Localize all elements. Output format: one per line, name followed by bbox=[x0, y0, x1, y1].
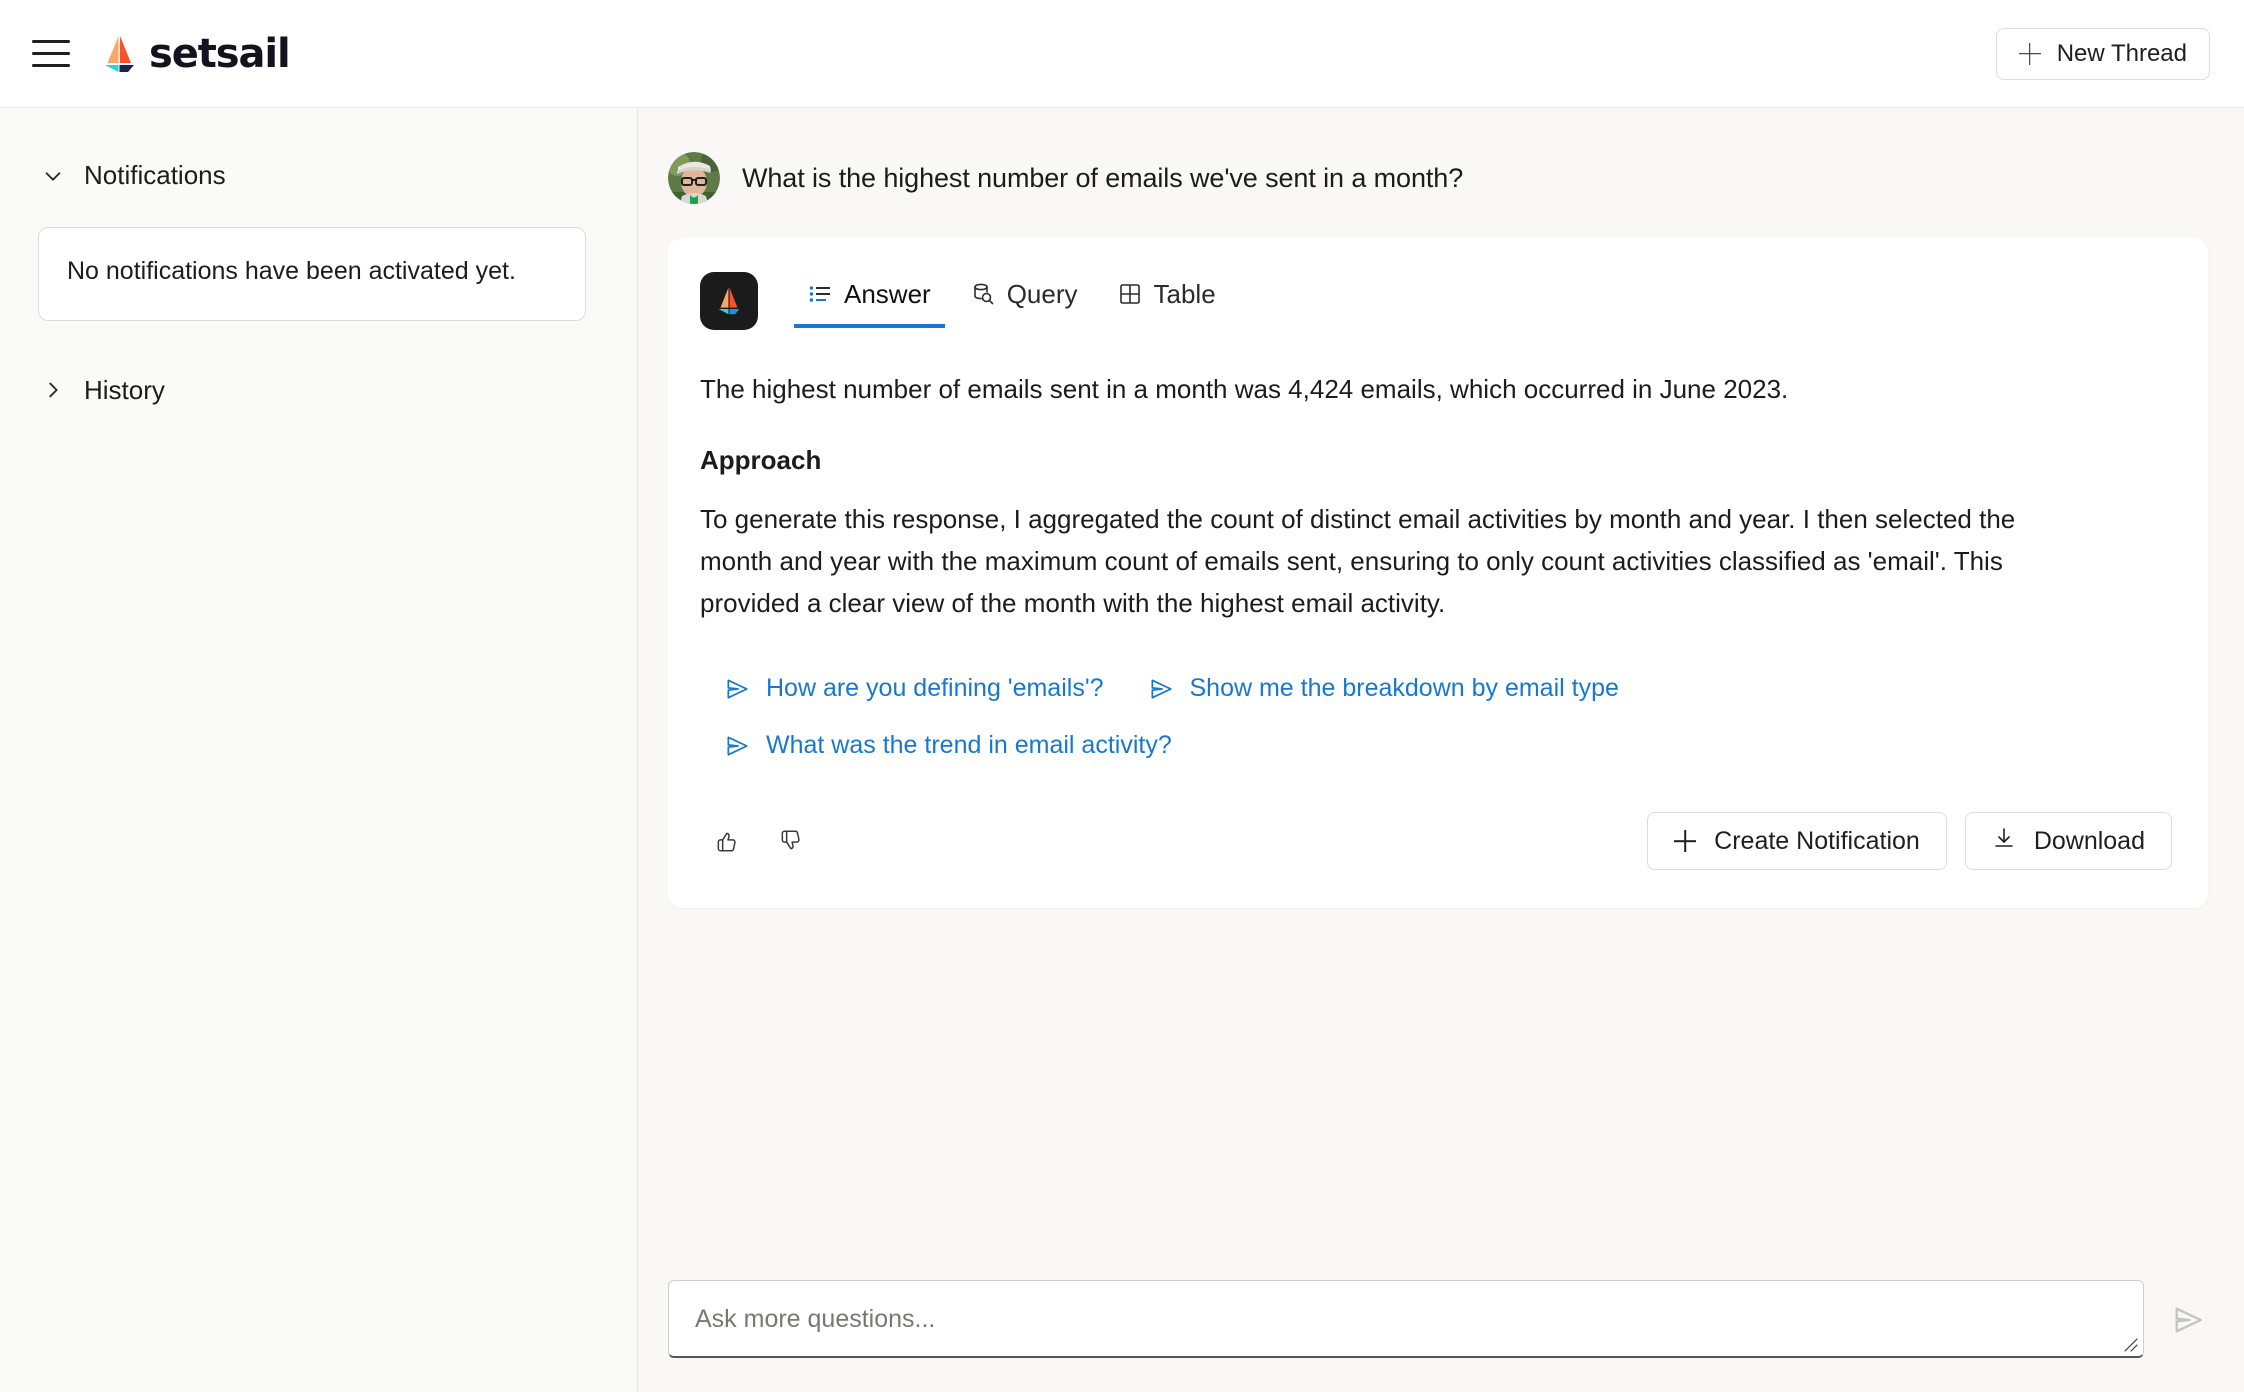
suggested-question-3[interactable]: What was the trend in email activity? bbox=[724, 723, 1172, 768]
answer-actions: Create Notification Download bbox=[700, 812, 2172, 871]
user-avatar-photo bbox=[668, 152, 720, 204]
tab-query[interactable]: Query bbox=[957, 275, 1092, 328]
brand-name: setsail bbox=[149, 30, 291, 77]
suggested-question-1-label: How are you defining 'emails'? bbox=[766, 674, 1104, 703]
sidebar-section-label-history: History bbox=[84, 374, 165, 405]
composer bbox=[638, 1254, 2244, 1392]
approach-body-text: To generate this response, I aggregated … bbox=[700, 504, 2016, 619]
tab-answer[interactable]: Answer bbox=[794, 275, 945, 328]
answer-lead-text: The highest number of emails sent in a m… bbox=[700, 374, 1789, 404]
conversation-thread: What is the highest number of emails we'… bbox=[638, 108, 2244, 1254]
notifications-empty-text: No notifications have been activated yet… bbox=[67, 257, 516, 285]
answer-card: Answer Query Table The highest number of… bbox=[668, 238, 2208, 909]
approach-heading: Approach bbox=[700, 445, 822, 475]
setsail-sailboat-logo-icon bbox=[98, 33, 140, 75]
create-notification-button[interactable]: Create Notification bbox=[1647, 812, 1947, 871]
hamburger-menu-icon[interactable] bbox=[28, 31, 74, 77]
send-triangle-icon bbox=[1148, 676, 1174, 702]
composer-box bbox=[668, 1280, 2144, 1358]
sidebar-section-history[interactable]: History bbox=[32, 369, 605, 412]
new-thread-label: New Thread bbox=[2056, 39, 2187, 67]
suggested-question-3-label: What was the trend in email activity? bbox=[766, 731, 1172, 760]
download-label: Download bbox=[2033, 826, 2145, 855]
main-panel: What is the highest number of emails we'… bbox=[638, 108, 2244, 1392]
suggested-question-1[interactable]: How are you defining 'emails'? bbox=[724, 666, 1104, 711]
tab-table[interactable]: Table bbox=[1104, 275, 1230, 328]
send-triangle-icon bbox=[724, 733, 750, 759]
download-icon bbox=[1992, 826, 2016, 857]
list-icon bbox=[808, 282, 832, 306]
notifications-empty-card: No notifications have been activated yet… bbox=[38, 227, 586, 321]
suggested-questions: How are you defining 'emails'? Show me t… bbox=[724, 666, 1924, 768]
tab-table-label: Table bbox=[1153, 278, 1216, 309]
plus-icon bbox=[2019, 43, 2041, 65]
app-root: setsail New Thread Notifications No noti… bbox=[0, 0, 2244, 1392]
user-question-text: What is the highest number of emails we'… bbox=[742, 162, 1464, 193]
plus-icon bbox=[1674, 830, 1696, 852]
send-message-button[interactable] bbox=[2162, 1294, 2214, 1346]
database-search-icon bbox=[971, 282, 995, 306]
suggested-question-2[interactable]: Show me the breakdown by email type bbox=[1148, 666, 1619, 711]
app-body: Notifications No notifications have been… bbox=[0, 108, 2244, 1392]
brand-logo[interactable]: setsail bbox=[98, 30, 291, 77]
sidebar-section-label-notifications: Notifications bbox=[84, 160, 226, 190]
answer-tabs-row: Answer Query Table bbox=[700, 272, 2172, 330]
new-thread-button[interactable]: New Thread bbox=[1995, 27, 2210, 80]
user-message: What is the highest number of emails we'… bbox=[668, 152, 2208, 204]
grid-table-icon bbox=[1118, 282, 1142, 306]
send-triangle-icon bbox=[724, 676, 750, 702]
chevron-right-icon bbox=[42, 379, 64, 401]
thumbs-up-icon[interactable] bbox=[710, 824, 744, 858]
ask-more-questions-input[interactable] bbox=[669, 1281, 2143, 1356]
feedback-buttons bbox=[710, 824, 808, 858]
create-notification-label: Create Notification bbox=[1714, 826, 1920, 855]
setsail-app-badge-icon bbox=[700, 272, 758, 330]
sidebar-section-notifications[interactable]: Notifications bbox=[32, 154, 605, 197]
sidebar: Notifications No notifications have been… bbox=[0, 108, 638, 1392]
answer-tabs: Answer Query Table bbox=[794, 275, 1230, 328]
thumbs-down-icon[interactable] bbox=[774, 824, 808, 858]
tab-query-label: Query bbox=[1006, 278, 1078, 309]
app-header: setsail New Thread bbox=[0, 0, 2244, 108]
tab-answer-label: Answer bbox=[844, 278, 931, 309]
chevron-down-icon bbox=[42, 165, 64, 187]
suggested-question-2-label: Show me the breakdown by email type bbox=[1189, 674, 1619, 703]
download-button[interactable]: Download bbox=[1964, 812, 2172, 871]
